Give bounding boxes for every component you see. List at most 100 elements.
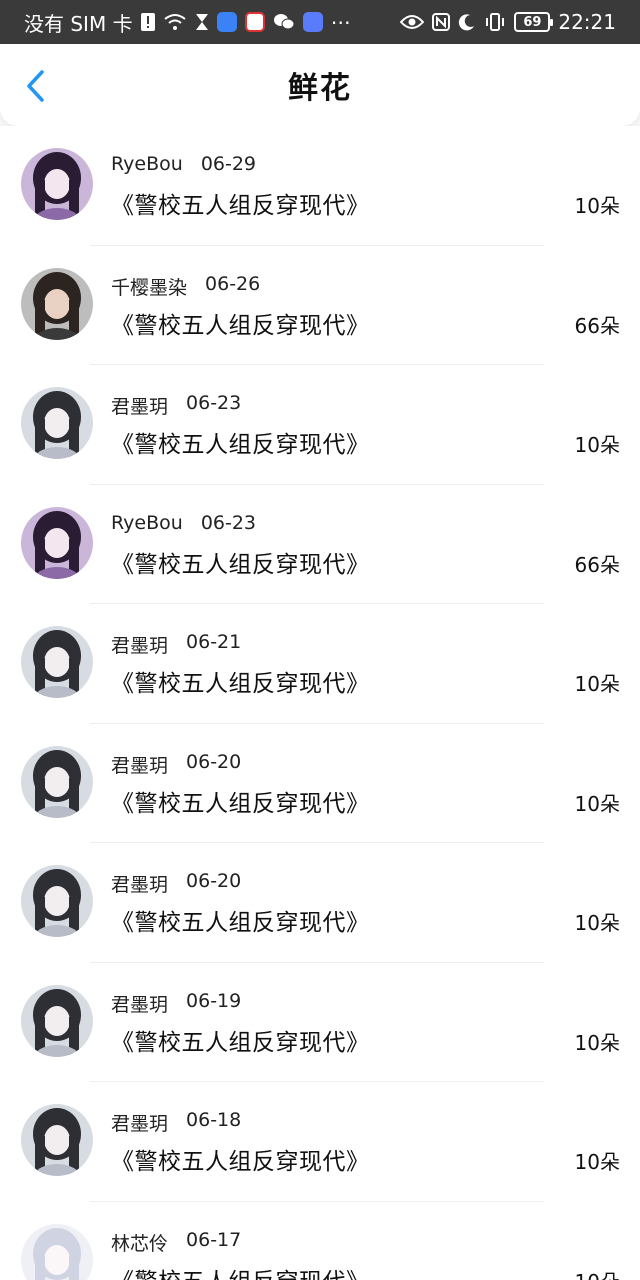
record-meta: 君墨玥 06-20 [111,751,241,778]
page-header: 鲜花 [0,44,640,126]
flower-count: 10朵 [574,1030,620,1055]
record-meta: 君墨玥 06-20 [111,870,241,897]
page-title: 鲜花 [288,71,352,106]
record-date: 06-19 [186,989,242,1012]
user-name: 君墨玥 [111,874,169,896]
list-item[interactable]: 千樱墨染 06-26 《警校五人组反穿现代》 66朵 [0,246,640,365]
record-date: 06-21 [186,631,242,653]
avatar[interactable] [21,267,93,340]
record-meta: 君墨玥 06-18 [111,1109,241,1136]
list-item[interactable]: RyeBou 06-23 《警校五人组反穿现代》 66朵 [0,485,640,604]
back-button[interactable] [20,68,50,104]
flower-count: 10朵 [574,194,620,218]
book-title: 《警校五人组反穿现代》 [111,671,370,697]
flower-count: 10朵 [574,911,620,935]
book-title: 《警校五人组反穿现代》 [111,1149,370,1175]
eye-icon [400,14,425,30]
avatar[interactable] [21,1223,93,1280]
wechat-icon [273,13,295,31]
user-name: 君墨玥 [111,754,169,777]
record-date: 06-20 [186,750,242,773]
flower-count: 10朵 [574,672,620,696]
vibrate-icon [484,13,506,31]
avatar[interactable] [21,506,93,579]
avatar-image [21,626,93,698]
avatar-image [21,148,93,220]
flower-count: 10朵 [574,433,620,457]
wifi-icon [163,13,187,31]
list-item[interactable]: 君墨玥 06-20 《警校五人组反穿现代》 10朵 [0,843,640,963]
record-date: 06-29 [200,153,257,175]
clock-text: 22:21 [558,10,616,34]
avatar[interactable] [21,984,93,1057]
user-name: RyeBou [111,153,183,175]
record-meta: 君墨玥 06-19 [111,990,241,1017]
flower-count: 10朵 [574,1150,620,1174]
battery-level: 69 [523,14,542,30]
user-name: 君墨玥 [111,993,169,1016]
news-app-icon [244,12,265,32]
battery-icon: 69 [514,12,554,32]
book-title: 《警校五人组反穿现代》 [111,551,370,578]
more-icon: ⋯ [330,10,351,34]
shield-app-icon [216,12,237,32]
avatar[interactable] [21,745,93,818]
avatar[interactable] [21,865,93,937]
book-title: 《警校五人组反穿现代》 [111,910,370,936]
avatar-image [21,1223,93,1280]
avatar[interactable] [21,387,93,459]
hourglass-icon [195,13,209,31]
user-name: 君墨玥 [111,396,169,418]
avatar[interactable] [21,1104,93,1176]
list-item[interactable]: 君墨玥 06-19 《警校五人组反穿现代》 10朵 [0,963,640,1082]
list-item[interactable]: 君墨玥 06-18 《警校五人组反穿现代》 10朵 [0,1082,640,1202]
flower-count: 10朵 [575,1266,620,1280]
user-name: RyeBou [111,511,183,534]
book-title: 《警校五人组反穿现代》 [111,790,370,817]
book-title: 《警校五人组反穿现代》 [111,193,370,219]
list-item[interactable]: 君墨玥 06-21 《警校五人组反穿现代》 10朵 [0,604,640,724]
record-date: 06-23 [200,511,257,534]
flower-count: 66朵 [574,313,620,338]
flower-count: 66朵 [574,552,620,577]
avatar-image [21,267,93,340]
record-meta: RyeBou 06-23 [111,512,256,534]
record-date: 06-23 [186,392,242,414]
list-item[interactable]: 林芯伶 06-17 《警校五人组反穿现代》 10朵 [0,1202,640,1280]
user-name: 林芯伶 [111,1232,169,1255]
user-name: 千樱墨染 [111,276,188,299]
avatar-image [21,506,93,579]
flower-count: 10朵 [574,791,620,816]
nfc-icon [432,13,451,31]
user-name: 君墨玥 [111,635,169,657]
book-title: 《警校五人组反穿现代》 [111,1262,370,1280]
music-app-icon [302,12,323,32]
flower-record-list: RyeBou 06-29 《警校五人组反穿现代》 10朵 千樱墨染 06-26 … [0,126,640,1280]
record-meta: 君墨玥 06-23 [111,392,241,419]
record-date: 06-26 [205,272,261,295]
book-title: 《警校五人组反穿现代》 [111,432,370,458]
avatar-image [21,984,93,1057]
avatar-image [21,865,93,937]
record-meta: 千樱墨染 06-26 [111,273,260,300]
chevron-left-icon [27,70,44,102]
record-meta: 林芯伶 06-17 [111,1229,241,1256]
record-date: 06-17 [186,1228,242,1251]
record-meta: RyeBou 06-29 [111,153,256,175]
user-name: 君墨玥 [111,1113,169,1135]
list-item[interactable]: 君墨玥 06-23 《警校五人组反穿现代》 10朵 [0,365,640,485]
avatar[interactable] [21,626,93,698]
carrier-text: 没有 SIM 卡 [24,11,133,36]
avatar-image [21,1104,93,1176]
book-title: 《警校五人组反穿现代》 [111,1029,370,1056]
moon-icon [458,13,476,31]
list-item[interactable]: 君墨玥 06-20 《警校五人组反穿现代》 10朵 [0,724,640,843]
list-item[interactable]: RyeBou 06-29 《警校五人组反穿现代》 10朵 [0,126,640,246]
avatar-image [21,387,93,459]
status-bar: 没有 SIM 卡 ⋯ 69 22:21 [0,0,640,44]
avatar[interactable] [21,148,93,220]
record-meta: 君墨玥 06-21 [111,631,241,658]
alert-icon [140,13,155,31]
book-title: 《警校五人组反穿现代》 [111,312,370,339]
avatar-image [21,745,93,818]
